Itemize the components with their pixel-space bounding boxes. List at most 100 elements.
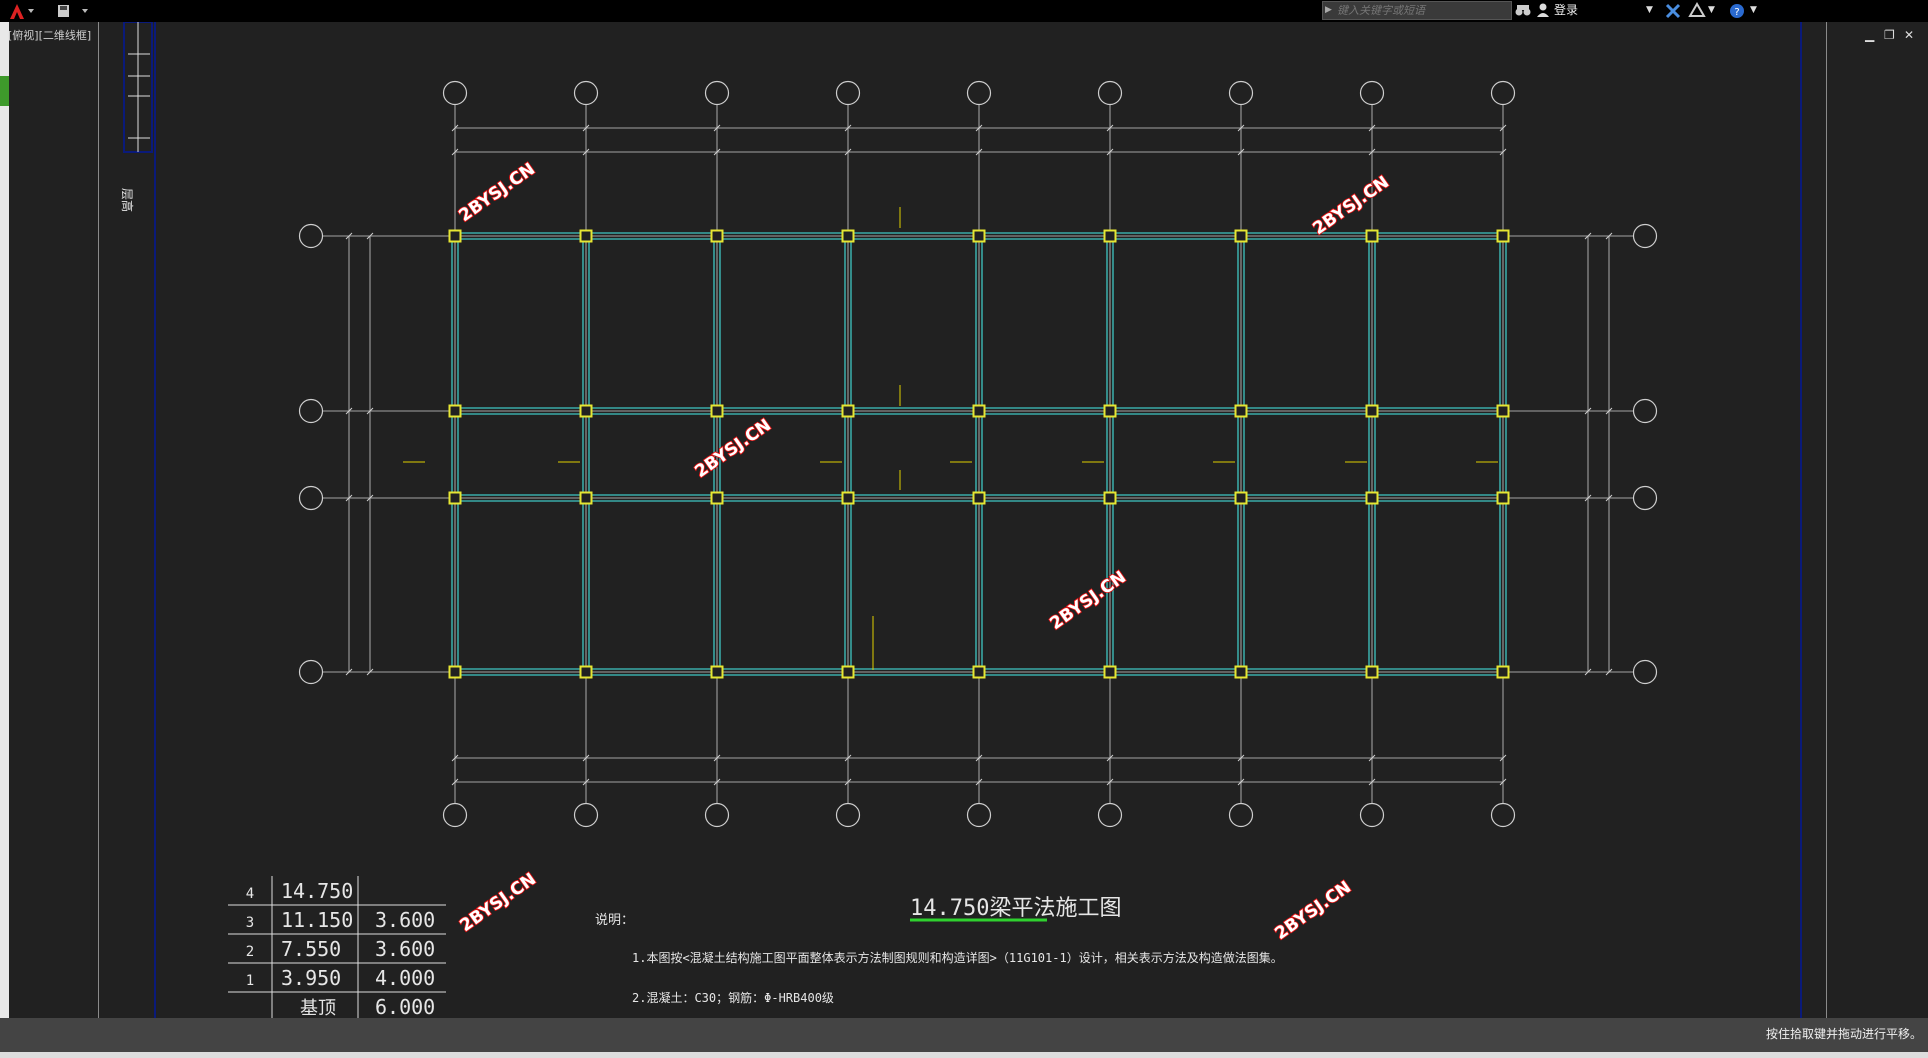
axis-bubble-bottom [1490, 802, 1516, 828]
column [448, 229, 462, 243]
column [579, 491, 593, 505]
watermark-text: 2BYSJ.CN [1046, 567, 1129, 634]
column [841, 229, 855, 243]
title-block-strip [123, 22, 153, 153]
drawing-canvas[interactable]: 层高 4 14.7503 11.150 3.6002 7.550 3.6001 3.950 4… [0, 22, 1928, 1018]
axis-bubble-top [1097, 80, 1123, 106]
table-elevation: 基顶 [300, 998, 336, 1018]
table-height: 3.600 [375, 908, 435, 932]
axis-bubble-top [1490, 80, 1516, 106]
title-bar: ▶ 登录 ▼ ▼ ? ▼ [0, 0, 1928, 22]
axis-bubble-bottom [1228, 802, 1254, 828]
axis-bubble-top [573, 80, 599, 106]
column [1103, 404, 1117, 418]
search-input[interactable] [1337, 2, 1507, 19]
column [710, 404, 724, 418]
column [710, 665, 724, 679]
binoculars-icon[interactable] [1514, 1, 1532, 20]
annotation-markers [403, 207, 1498, 670]
a360-dropdown-icon[interactable]: ▼ [1708, 1, 1715, 20]
column [448, 491, 462, 505]
axis-bubble-top [1359, 80, 1385, 106]
column [972, 491, 986, 505]
exchange-icon[interactable] [1664, 1, 1682, 20]
axis-bubble-bottom [835, 802, 861, 828]
watermark-text: 2BYSJ.CN [1309, 172, 1392, 239]
expand-arrow-icon[interactable]: ▶ [1325, 5, 1332, 15]
watermark-text: 2BYSJ.CN [455, 159, 538, 226]
table-elevation: 3.950 [281, 966, 341, 990]
column [1365, 491, 1379, 505]
column [448, 404, 462, 418]
note-2: 2.混凝土：C30；钢筋：Φ-HRB400级 [632, 990, 834, 1005]
column [1496, 404, 1510, 418]
column [710, 491, 724, 505]
table-level-no: 3 [246, 915, 254, 931]
axis-bubble-right [1632, 223, 1658, 249]
side-label: 层高 [120, 188, 135, 212]
login-link[interactable]: 登录 [1554, 1, 1578, 20]
column [972, 404, 986, 418]
column [1103, 229, 1117, 243]
table-level-no: 2 [246, 944, 254, 960]
svg-text:?: ? [1734, 7, 1739, 18]
note-1: 1.本图按<混凝土结构施工图平面整体表示方法制图规则和构造详图>（11G101-… [632, 950, 1283, 965]
axis-bubble-top [1228, 80, 1254, 106]
table-level-no: 1 [246, 973, 254, 989]
table-height: 4.000 [375, 966, 435, 990]
axis-bubble-left [298, 223, 324, 249]
table-level-no: 4 [246, 886, 254, 902]
axis-bubble-right [1632, 398, 1658, 424]
column [1103, 491, 1117, 505]
axis-bubble-left [298, 398, 324, 424]
column [1496, 665, 1510, 679]
column [1365, 229, 1379, 243]
axis-bubble-top [442, 80, 468, 106]
help-icon[interactable]: ? [1728, 1, 1746, 20]
column [1496, 229, 1510, 243]
column [841, 491, 855, 505]
column [972, 665, 986, 679]
column [448, 665, 462, 679]
axis-bubble-bottom [442, 802, 468, 828]
column [579, 665, 593, 679]
column [1365, 404, 1379, 418]
table-elevation: 11.150 [281, 908, 353, 932]
drawing-title: 14.750梁平法施工图 [910, 896, 1121, 921]
table-elevation: 7.550 [281, 937, 341, 961]
column [972, 229, 986, 243]
level-table: 4 14.750 3 11.150 3.600 2 7.550 3.600 1 3.950 4.00… [228, 876, 446, 1018]
axis-bubble-bottom [1359, 802, 1385, 828]
axis-bubble-left [298, 485, 324, 511]
quick-access-save-icon[interactable] [56, 3, 90, 19]
table-height: 3.600 [375, 937, 435, 961]
column [1496, 491, 1510, 505]
a360-icon[interactable] [1688, 1, 1706, 20]
column [1234, 404, 1248, 418]
axis-bubble-top [966, 80, 992, 106]
watermark-text: 2BYSJ.CN [691, 415, 774, 482]
axis-bubble-right [1632, 659, 1658, 685]
column [1103, 665, 1117, 679]
user-icon[interactable] [1536, 1, 1550, 20]
axis-bubble-left [298, 659, 324, 685]
axis-bubble-bottom [966, 802, 992, 828]
login-dropdown-icon[interactable]: ▼ [1646, 1, 1653, 20]
column [1234, 665, 1248, 679]
help-dropdown-icon[interactable]: ▼ [1750, 1, 1757, 20]
axis-bubble-bottom [704, 802, 730, 828]
status-message: 按住拾取键并拖动进行平移。 [1765, 1027, 1922, 1041]
search-box[interactable]: ▶ [1322, 1, 1512, 20]
autocad-logo-icon[interactable] [6, 1, 36, 21]
bottom-edge [0, 1052, 1928, 1058]
table-height: 6.000 [375, 995, 435, 1018]
column [1234, 229, 1248, 243]
watermarks: 2BYSJ.CN 2BYSJ.CN 2BYSJ.CN 2BYSJ.CN 2BYSJ.CN… [455, 158, 1394, 944]
column [579, 229, 593, 243]
toolbar-right: 登录 ▼ ▼ ? ▼ [1514, 1, 1764, 20]
axis-bubble-top [704, 80, 730, 106]
column [841, 404, 855, 418]
axis-grid [322, 104, 1634, 804]
axis-bubble-bottom [1097, 802, 1123, 828]
axis-bubble-bottom [573, 802, 599, 828]
